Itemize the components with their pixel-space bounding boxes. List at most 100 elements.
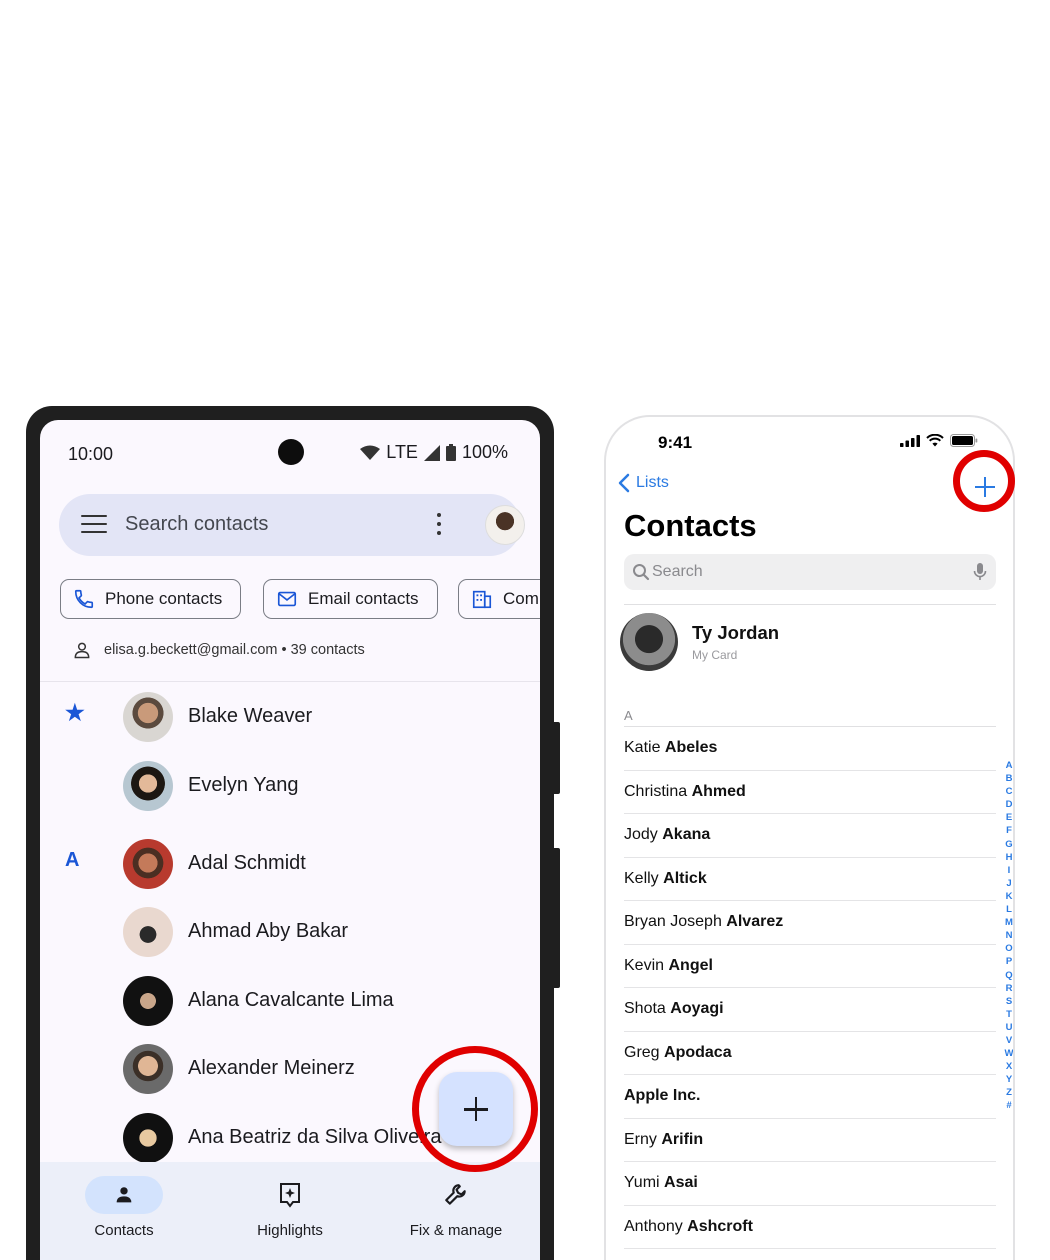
bottom-navigation: Contacts Highlights Fix & manage bbox=[40, 1162, 540, 1260]
mail-icon bbox=[277, 591, 297, 607]
contact-row[interactable]: Evelyn Yang bbox=[40, 755, 540, 817]
first-name: Katie bbox=[624, 739, 661, 756]
contact-row[interactable]: Alana Cavalcante Lima bbox=[40, 970, 540, 1032]
contact-avatar bbox=[123, 976, 173, 1026]
list-item[interactable]: Erny Arifin bbox=[624, 1119, 996, 1162]
search-bar[interactable]: Search contacts bbox=[59, 494, 525, 556]
wifi-icon bbox=[926, 434, 944, 447]
index-letter[interactable]: P bbox=[1003, 955, 1013, 968]
last-name: Arifin bbox=[661, 1130, 704, 1148]
my-card-name[interactable]: Ty Jordan bbox=[692, 622, 779, 644]
my-card-subtitle: My Card bbox=[692, 648, 738, 662]
contact-row[interactable]: A Adal Schmidt bbox=[40, 833, 540, 895]
contact-row[interactable]: ★ Blake Weaver bbox=[40, 686, 540, 748]
index-letter[interactable]: Z bbox=[1003, 1086, 1013, 1099]
index-letter[interactable]: Q bbox=[1003, 969, 1013, 982]
status-icons bbox=[900, 434, 978, 447]
contact-avatar bbox=[123, 692, 173, 742]
android-status-bar: 10:00 LTE 100% bbox=[40, 420, 540, 484]
microphone-icon[interactable] bbox=[973, 562, 987, 582]
nav-highlights[interactable]: Highlights bbox=[210, 1176, 370, 1239]
index-letter[interactable]: F bbox=[1003, 824, 1013, 837]
index-letter[interactable]: R bbox=[1003, 982, 1013, 995]
list-item[interactable]: Apple Inc. bbox=[624, 1075, 996, 1119]
first-name: Christina bbox=[624, 782, 688, 800]
chip-label: Email contacts bbox=[308, 589, 419, 608]
page-title: Contacts bbox=[624, 508, 757, 543]
filter-chips: Phone contacts Email contacts Com bbox=[60, 579, 540, 619]
search-placeholder[interactable]: Search bbox=[652, 563, 703, 581]
first-name: Kelly bbox=[624, 869, 659, 887]
first-name: Shota bbox=[624, 1000, 666, 1017]
search-field[interactable]: Search bbox=[624, 554, 996, 590]
index-letter[interactable]: N bbox=[1003, 929, 1013, 942]
android-volume-button bbox=[552, 848, 560, 988]
chip-email-contacts[interactable]: Email contacts bbox=[263, 579, 438, 619]
index-letter[interactable]: Y bbox=[1003, 1073, 1013, 1086]
more-options-icon[interactable] bbox=[435, 513, 443, 537]
highlights-icon bbox=[280, 1183, 300, 1208]
list-item[interactable]: Shota Aoyagi bbox=[624, 988, 996, 1032]
index-letter[interactable]: # bbox=[1003, 1099, 1013, 1112]
my-card-avatar[interactable] bbox=[620, 613, 678, 671]
nav-fix-manage[interactable]: Fix & manage bbox=[376, 1176, 536, 1239]
index-letter[interactable]: K bbox=[1003, 890, 1013, 903]
index-letter[interactable]: W bbox=[1003, 1047, 1013, 1060]
chevron-left-icon bbox=[618, 473, 630, 493]
chip-company[interactable]: Com bbox=[458, 579, 540, 619]
menu-icon[interactable] bbox=[81, 515, 107, 535]
index-letter[interactable]: T bbox=[1003, 1008, 1013, 1021]
iphone-contacts-screen: 9:41 Lists Contacts Search Ty Jordan My … bbox=[604, 415, 1015, 1260]
index-letter[interactable]: D bbox=[1003, 798, 1013, 811]
back-to-lists[interactable]: Lists bbox=[618, 473, 669, 493]
list-item[interactable]: Yumi Asai bbox=[624, 1162, 996, 1206]
contact-row[interactable]: Ahmad Aby Bakar bbox=[40, 901, 540, 963]
account-avatar[interactable] bbox=[485, 505, 525, 545]
index-letter[interactable]: G bbox=[1003, 838, 1013, 851]
building-icon bbox=[472, 590, 492, 609]
list-item[interactable]: Anthony Ashcroft bbox=[624, 1206, 996, 1249]
list-item[interactable]: Greg Apodaca bbox=[624, 1032, 996, 1075]
list-item[interactable]: Katie Abeles bbox=[624, 727, 996, 771]
index-letter[interactable]: L bbox=[1003, 903, 1013, 916]
index-letter[interactable]: X bbox=[1003, 1060, 1013, 1073]
index-letter[interactable]: A bbox=[1003, 759, 1013, 772]
last-name: Altick bbox=[663, 869, 707, 887]
list-item[interactable]: Bryan Joseph Alvarez bbox=[624, 901, 996, 945]
alphabet-index[interactable]: A B C D E F G H I J K L M N O P Q R S T U V W X Y Z # bbox=[1003, 759, 1013, 1113]
section-letter: A bbox=[65, 849, 80, 871]
nav-label: Fix & manage bbox=[409, 1222, 503, 1239]
index-letter[interactable]: B bbox=[1003, 772, 1013, 785]
chip-label: Com bbox=[503, 589, 539, 608]
index-letter[interactable]: U bbox=[1003, 1021, 1013, 1034]
last-name: Abeles bbox=[664, 739, 718, 756]
index-letter[interactable]: M bbox=[1003, 916, 1013, 929]
wifi-icon bbox=[360, 445, 381, 460]
list-item[interactable]: Christina Ahmed bbox=[624, 771, 996, 814]
list-item[interactable]: Kelly Altick bbox=[624, 858, 996, 901]
index-letter[interactable]: E bbox=[1003, 811, 1013, 824]
index-letter[interactable]: I bbox=[1003, 864, 1013, 877]
back-label[interactable]: Lists bbox=[636, 474, 669, 492]
index-letter[interactable]: H bbox=[1003, 851, 1013, 864]
battery-label: 100% bbox=[461, 442, 508, 462]
nav-contacts[interactable]: Contacts bbox=[44, 1176, 204, 1239]
index-letter[interactable]: C bbox=[1003, 785, 1013, 798]
index-letter[interactable]: O bbox=[1003, 942, 1013, 955]
list-item[interactable]: Kevin Angel bbox=[624, 945, 996, 988]
list-item[interactable]: Jody Akana bbox=[624, 814, 996, 858]
contact-name: Alexander Meinerz bbox=[188, 1057, 355, 1079]
last-name: Ashcroft bbox=[687, 1217, 753, 1235]
index-letter[interactable]: S bbox=[1003, 995, 1013, 1008]
chip-phone-contacts[interactable]: Phone contacts bbox=[60, 579, 242, 619]
search-placeholder[interactable]: Search contacts bbox=[125, 513, 268, 536]
index-letter[interactable]: J bbox=[1003, 877, 1013, 890]
account-summary: elisa.g.beckett@gmail.com • 39 contacts bbox=[72, 640, 365, 660]
index-letter[interactable]: V bbox=[1003, 1034, 1013, 1047]
first-name: Yumi bbox=[624, 1174, 660, 1191]
first-name: Jody bbox=[624, 826, 658, 843]
status-icons: LTE 100% bbox=[360, 442, 508, 463]
last-name: Apodaca bbox=[664, 1043, 732, 1061]
last-name: Asai bbox=[664, 1174, 698, 1191]
network-label: LTE bbox=[386, 442, 418, 462]
